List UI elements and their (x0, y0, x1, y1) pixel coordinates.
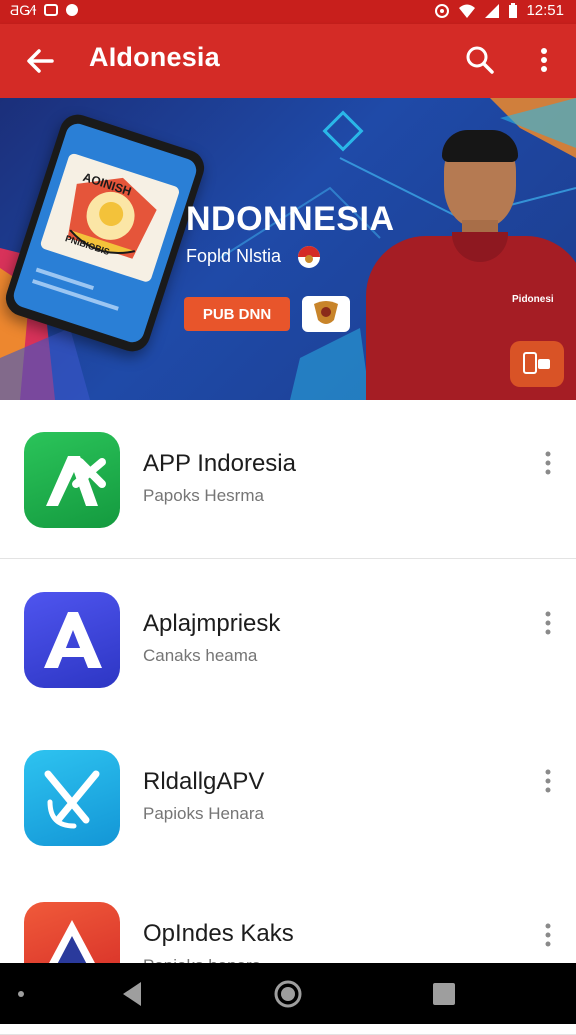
more-vert-icon[interactable] (536, 450, 560, 476)
app-name: OpIndes Kaks (143, 920, 294, 947)
clock: 12:51 (526, 2, 564, 19)
garuda-emblem-icon (314, 301, 338, 324)
status-bar: ƋG⁄Ɨ 12:51 (0, 0, 576, 24)
app-bar: AIdonesia (0, 24, 576, 98)
more-vert-icon[interactable] (536, 768, 560, 794)
app-icon (24, 592, 120, 688)
app-icon (24, 750, 120, 846)
a-letter-icon (44, 612, 102, 668)
notification-icon (44, 4, 59, 16)
app-icon (24, 432, 120, 528)
flag-emblem-icon (298, 246, 320, 268)
signal-icon (485, 3, 500, 18)
recents-icon[interactable] (432, 982, 456, 1006)
page-title: AIdonesia (89, 42, 220, 72)
k-letter-icon (44, 770, 100, 829)
app-subtitle: Papoks Hesrma (143, 486, 264, 505)
back-arrow-icon[interactable] (22, 43, 58, 79)
banner-action-button[interactable] (510, 341, 564, 387)
more-vert-icon[interactable] (532, 44, 556, 76)
banner-badge (302, 296, 350, 332)
app-name: Aplajmpriesk (143, 610, 281, 637)
app-name: APP Indoresia (143, 450, 296, 477)
share-screen-icon (523, 352, 550, 374)
app-name: RldallgAPV (143, 768, 265, 795)
banner-subtitle: Fopld Nlstia (186, 246, 282, 266)
app-subtitle: Canaks heama (143, 646, 258, 665)
search-icon[interactable] (464, 44, 496, 76)
system-nav-bar (0, 963, 576, 1024)
notification-dot-icon (66, 4, 79, 16)
app-list-item[interactable]: APP Indoresia Papoks Hesrma (0, 400, 576, 559)
promo-banner[interactable]: AOINISH PNIBIOBIS NDONNESIA Fopld Nlstia… (0, 98, 576, 400)
back-icon[interactable] (119, 980, 145, 1008)
a-star-icon (46, 456, 106, 506)
app-list-item[interactable]: Aplajmpriesk Canaks heama (0, 560, 576, 719)
carrier-text: ƋG⁄Ɨ (10, 2, 37, 18)
shirt-logo-text: Pidonesi (512, 294, 554, 305)
nav-dot-icon (18, 991, 24, 997)
alarm-icon (435, 3, 450, 18)
more-vert-icon[interactable] (536, 922, 560, 948)
app-subtitle: Papioks Henara (143, 804, 264, 823)
app-list-item[interactable]: RldallgAPV Papioks Henara (0, 718, 576, 877)
wifi-icon (459, 4, 476, 18)
battery-icon (509, 2, 518, 18)
more-vert-icon[interactable] (536, 610, 560, 636)
banner-cta-button[interactable]: PUB DNN (184, 297, 290, 331)
person-hair (442, 130, 518, 162)
home-icon[interactable] (273, 979, 303, 1009)
